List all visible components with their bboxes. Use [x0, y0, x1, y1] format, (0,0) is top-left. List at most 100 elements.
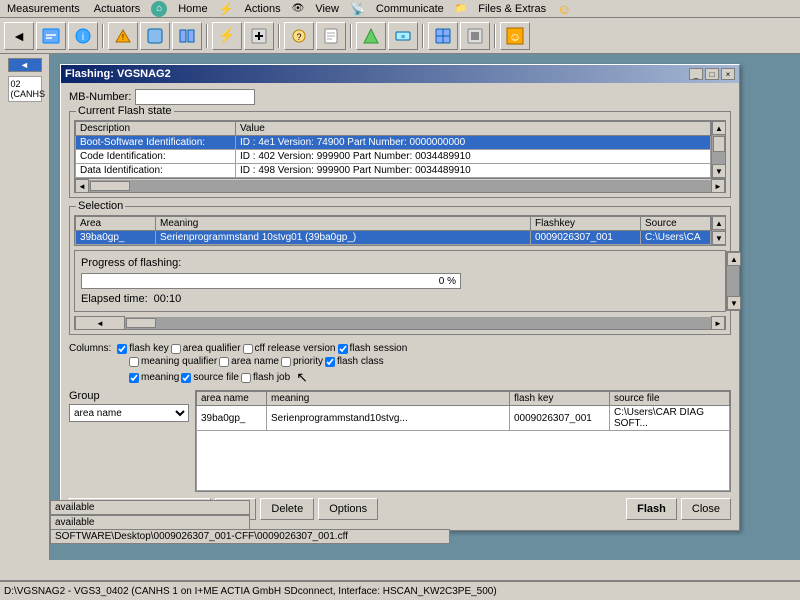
- svg-text:i: i: [82, 32, 84, 43]
- vscroll-flash-state: ▲ ▼: [711, 121, 725, 178]
- col-flash-key-label: flash key: [117, 343, 168, 354]
- columns-checkboxes-2: meaning qualifier area name priority: [69, 356, 731, 367]
- row-description: Boot-Software Identification:: [76, 136, 236, 150]
- scroll-down-prog[interactable]: ▼: [727, 296, 741, 310]
- col-flash-session-check[interactable]: [338, 344, 348, 354]
- group-dropdown[interactable]: area name meaning none: [69, 404, 189, 422]
- svg-text:≡: ≡: [401, 34, 405, 41]
- mb-number-input[interactable]: [135, 89, 255, 105]
- col-area-qualifier-check[interactable]: [171, 344, 181, 354]
- svg-text:☺: ☺: [509, 30, 521, 44]
- toolbar-sep-3: [278, 24, 280, 48]
- bt-row[interactable]: 39ba0gp_ Serienprogrammstand10stvg... 00…: [197, 406, 730, 431]
- scroll-right[interactable]: ►: [711, 179, 725, 193]
- toolbar-btn-6[interactable]: [172, 22, 202, 50]
- col-cff-release-check[interactable]: [243, 344, 253, 354]
- scroll-left[interactable]: ◄: [75, 179, 89, 193]
- toolbar-btn-3[interactable]: i: [68, 22, 98, 50]
- scroll-up-prog[interactable]: ▲: [727, 252, 741, 266]
- sel-meaning: Serienprogrammstand 10stvg01 (39ba0gp_): [156, 231, 531, 245]
- toolbar-btn-15[interactable]: ☺: [500, 22, 530, 50]
- home-icon: ⌂: [151, 1, 167, 17]
- scroll-up-sel[interactable]: ▲: [712, 216, 726, 230]
- table-row[interactable]: Data Identification: ID : 498 Version: 9…: [76, 164, 711, 178]
- toolbar-btn-4[interactable]: !: [108, 22, 138, 50]
- flash-btn[interactable]: Flash: [626, 498, 677, 520]
- smiley-icon: ☺: [557, 1, 571, 17]
- hscroll-right-sel[interactable]: ►: [711, 316, 725, 330]
- toolbar-btn-5[interactable]: [140, 22, 170, 50]
- dialog-title: Flashing: VGSNAG2: [65, 68, 171, 80]
- toolbar-btn-10[interactable]: [316, 22, 346, 50]
- bt-flash-key: 0009026307_001: [510, 406, 610, 431]
- scroll-thumb[interactable]: [713, 136, 725, 152]
- bt-col-area-name: area name: [197, 392, 267, 406]
- close-btn[interactable]: Close: [681, 498, 731, 520]
- table-row[interactable]: Boot-Software Identification: ID : 4e1 V…: [76, 136, 711, 150]
- toolbar-btn-1[interactable]: ◄: [4, 22, 34, 50]
- selection-row[interactable]: 39ba0gp_ Serienprogrammstand 10stvg01 (3…: [76, 231, 711, 245]
- scroll-down[interactable]: ▼: [712, 164, 726, 178]
- sel-source: C:\Users\CA: [641, 231, 711, 245]
- scroll-down-sel[interactable]: ▼: [712, 231, 726, 245]
- view-icon: 👁: [292, 3, 305, 14]
- hscroll-left-sel[interactable]: ◄: [75, 316, 125, 330]
- delete-btn[interactable]: Delete: [260, 498, 314, 520]
- menu-view[interactable]: View: [312, 3, 342, 15]
- sel-col-meaning: Meaning: [156, 217, 531, 231]
- menu-actions[interactable]: Actions: [242, 3, 284, 15]
- tree-item[interactable]: 02 (CANHS: [8, 76, 42, 102]
- row-value: ID : 4e1 Version: 74900 Part Number: 000…: [236, 136, 711, 150]
- toolbar-btn-8[interactable]: [244, 22, 274, 50]
- menu-measurements[interactable]: Measurements: [4, 3, 83, 15]
- options-btn[interactable]: Options: [318, 498, 378, 520]
- menu-communicate[interactable]: Communicate: [373, 3, 447, 15]
- menu-home[interactable]: Home: [175, 3, 210, 15]
- sel-col-area: Area: [76, 217, 156, 231]
- svg-text:?: ?: [296, 32, 301, 42]
- toolbar-btn-13[interactable]: [428, 22, 458, 50]
- col-priority-label: priority: [281, 356, 323, 367]
- scroll-track-prog: [727, 266, 739, 296]
- toolbar-btn-14[interactable]: [460, 22, 490, 50]
- col-meaning-check[interactable]: [129, 373, 139, 383]
- col-description: Description: [76, 122, 236, 136]
- bt-source-file: C:\Users\CAR DIAG SOFT...: [610, 406, 730, 431]
- hscroll-thumb-sel[interactable]: [126, 318, 156, 328]
- col-flash-key-check[interactable]: [117, 344, 127, 354]
- toolbar-btn-11[interactable]: [356, 22, 386, 50]
- elapsed-row: Elapsed time: 00:10: [81, 293, 719, 305]
- toolbar-btn-12[interactable]: ≡: [388, 22, 418, 50]
- flash-state-table-container: Description Value Boot-Software Identifi…: [74, 120, 726, 179]
- flash-dialog: Flashing: VGSNAG2 _ □ × MB-Number: Curre…: [60, 64, 740, 531]
- dialog-minimize[interactable]: _: [689, 68, 703, 80]
- bt-col-flash-key: flash key: [510, 392, 610, 406]
- current-flash-state-label: Current Flash state: [76, 105, 174, 117]
- menu-files[interactable]: Files & Extras: [475, 3, 549, 15]
- dialog-maximize[interactable]: □: [705, 68, 719, 80]
- col-source-file-check[interactable]: [181, 373, 191, 383]
- toolbar-btn-7[interactable]: ⚡: [212, 22, 242, 50]
- col-priority-check[interactable]: [281, 357, 291, 367]
- toolbar-btn-9[interactable]: ?: [284, 22, 314, 50]
- col-meaning-qual-check[interactable]: [129, 357, 139, 367]
- hscroll-thumb[interactable]: [90, 181, 130, 191]
- actions-icon: ⚡: [219, 2, 234, 16]
- col-source-file-label: source file: [181, 372, 239, 383]
- status-available-1: available: [50, 500, 250, 515]
- columns-checkboxes: Columns: flash key area qualifier: [69, 343, 731, 354]
- toolbar-sep-6: [494, 24, 496, 48]
- toolbar-sep-5: [422, 24, 424, 48]
- col-flash-class-check[interactable]: [325, 357, 335, 367]
- vscroll-progress: ▲ ▼: [726, 251, 740, 311]
- selection-table: Area Meaning Flashkey Source 39ba0gp_ Se…: [75, 216, 711, 245]
- bt-meaning: Serienprogrammstand10stvg...: [267, 406, 510, 431]
- scroll-up[interactable]: ▲: [712, 121, 726, 135]
- table-row[interactable]: Code Identification: ID : 402 Version: 9…: [76, 150, 711, 164]
- collapse-btn[interactable]: ◄: [8, 58, 42, 72]
- dialog-close[interactable]: ×: [721, 68, 735, 80]
- toolbar-btn-2[interactable]: [36, 22, 66, 50]
- col-area-name-check[interactable]: [219, 357, 229, 367]
- menu-actuators[interactable]: Actuators: [91, 3, 143, 15]
- col-flash-job-check[interactable]: [241, 373, 251, 383]
